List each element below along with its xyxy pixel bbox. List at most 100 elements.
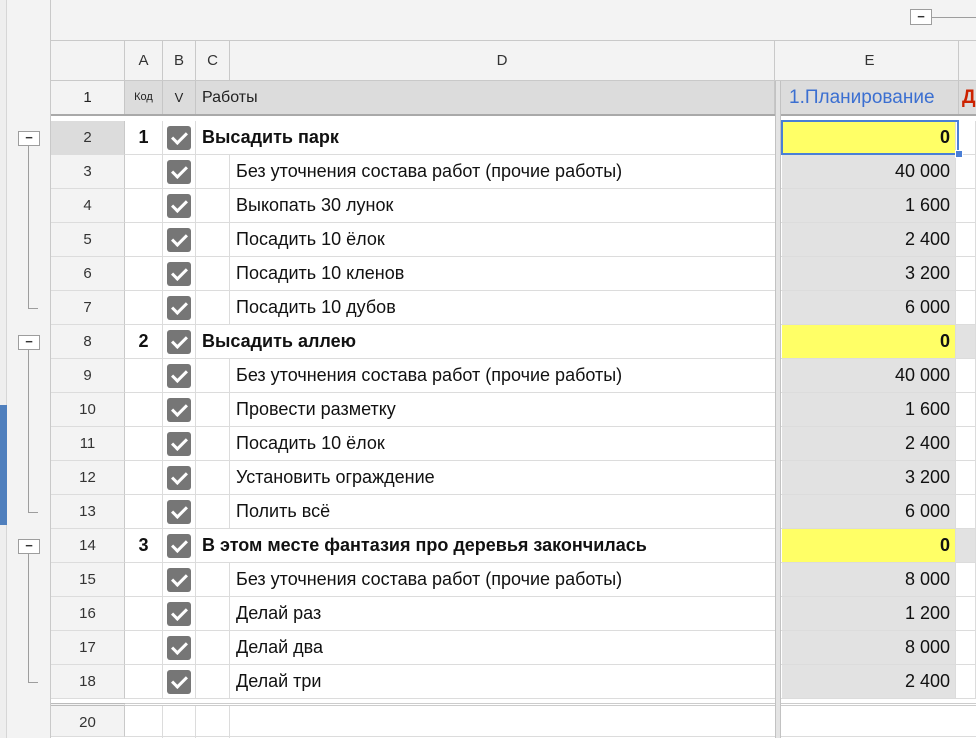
row-number[interactable]: 14 bbox=[51, 529, 125, 563]
cell-checkbox[interactable] bbox=[163, 597, 196, 630]
cell-checkbox[interactable] bbox=[163, 325, 196, 358]
cell-c[interactable] bbox=[196, 223, 230, 256]
cell-next[interactable] bbox=[956, 257, 976, 290]
cell-kod[interactable] bbox=[125, 189, 163, 222]
cell-kod[interactable] bbox=[125, 359, 163, 392]
cell-work-name[interactable]: Посадить 10 ёлок bbox=[230, 427, 778, 460]
corner-cell[interactable] bbox=[51, 41, 125, 81]
cell-planning-value[interactable]: 8 000 bbox=[782, 631, 956, 664]
cell-kod[interactable] bbox=[125, 665, 163, 698]
empty-cell[interactable] bbox=[196, 706, 230, 738]
row-group-collapse-button[interactable]: − bbox=[18, 335, 40, 350]
cell-kod[interactable]: 2 bbox=[125, 325, 163, 358]
cell-work-name[interactable]: В этом месте фантазия про деревья законч… bbox=[196, 529, 778, 562]
cell-work-name[interactable]: Полить всё bbox=[230, 495, 778, 528]
cell-planning-value[interactable]: 0 bbox=[782, 325, 956, 358]
checkmark-icon[interactable] bbox=[167, 296, 191, 320]
cell-planning-value[interactable]: 6 000 bbox=[782, 291, 956, 324]
cell-checkbox[interactable] bbox=[163, 427, 196, 460]
cell-checkbox[interactable] bbox=[163, 393, 196, 426]
cell-planning-value[interactable]: 3 200 bbox=[782, 257, 956, 290]
row-number[interactable]: 8 bbox=[51, 325, 125, 359]
cell-next[interactable] bbox=[956, 223, 976, 256]
cell-c[interactable] bbox=[196, 461, 230, 494]
cell-checkbox[interactable] bbox=[163, 223, 196, 256]
cell-c[interactable] bbox=[196, 631, 230, 664]
row-number[interactable]: 6 bbox=[51, 257, 125, 291]
checkmark-icon[interactable] bbox=[167, 126, 191, 150]
cell-kod[interactable] bbox=[125, 291, 163, 324]
cell-checkbox[interactable] bbox=[163, 665, 196, 698]
cell-kod[interactable]: 1 bbox=[125, 121, 163, 154]
cell-checkbox[interactable] bbox=[163, 121, 196, 154]
header-kod[interactable]: Код bbox=[125, 81, 163, 114]
cell-kod[interactable] bbox=[125, 563, 163, 596]
cell-checkbox[interactable] bbox=[163, 529, 196, 562]
cell-next[interactable] bbox=[956, 665, 976, 698]
cell-work-name[interactable]: Посадить 10 дубов bbox=[230, 291, 778, 324]
cell-c[interactable] bbox=[196, 495, 230, 528]
cell-kod[interactable] bbox=[125, 461, 163, 494]
cell-work-name[interactable]: Провести разметку bbox=[230, 393, 778, 426]
cell-c[interactable] bbox=[196, 393, 230, 426]
checkmark-icon[interactable] bbox=[167, 398, 191, 422]
column-header-d[interactable]: D bbox=[230, 41, 775, 81]
row-number[interactable]: 2 bbox=[51, 121, 125, 155]
column-header-b[interactable]: B bbox=[163, 41, 196, 81]
column-header-a[interactable]: A bbox=[125, 41, 163, 81]
row-group-collapse-button[interactable]: − bbox=[18, 539, 40, 554]
checkmark-icon[interactable] bbox=[167, 432, 191, 456]
cell-c[interactable] bbox=[196, 563, 230, 596]
checkmark-icon[interactable] bbox=[167, 670, 191, 694]
checkmark-icon[interactable] bbox=[167, 636, 191, 660]
row-number[interactable]: 13 bbox=[51, 495, 125, 529]
cell-checkbox[interactable] bbox=[163, 257, 196, 290]
row-group-collapse-button[interactable]: − bbox=[18, 131, 40, 146]
cell-c[interactable] bbox=[196, 189, 230, 222]
row-number[interactable]: 18 bbox=[51, 665, 125, 699]
checkmark-icon[interactable] bbox=[167, 534, 191, 558]
checkmark-icon[interactable] bbox=[167, 194, 191, 218]
cell-work-name[interactable]: Без уточнения состава работ (прочие рабо… bbox=[230, 155, 778, 188]
cell-checkbox[interactable] bbox=[163, 495, 196, 528]
cell-kod[interactable] bbox=[125, 257, 163, 290]
row-number[interactable]: 11 bbox=[51, 427, 125, 461]
row-number[interactable]: 3 bbox=[51, 155, 125, 189]
cell-planning-value[interactable]: 0 bbox=[782, 529, 956, 562]
cell-c[interactable] bbox=[196, 257, 230, 290]
cell-kod[interactable] bbox=[125, 223, 163, 256]
cell-c[interactable] bbox=[196, 597, 230, 630]
cell-planning-value[interactable]: 2 400 bbox=[782, 665, 956, 698]
frozen-column-divider[interactable] bbox=[775, 81, 781, 738]
checkmark-icon[interactable] bbox=[167, 602, 191, 626]
checkmark-icon[interactable] bbox=[167, 228, 191, 252]
cell-c[interactable] bbox=[196, 291, 230, 324]
cell-next[interactable] bbox=[956, 393, 976, 426]
cell-next[interactable] bbox=[956, 325, 976, 358]
header-v[interactable]: V bbox=[163, 81, 196, 114]
cell-kod[interactable] bbox=[125, 597, 163, 630]
cell-planning-value[interactable]: 6 000 bbox=[782, 495, 956, 528]
row-number[interactable]: 16 bbox=[51, 597, 125, 631]
cell-checkbox[interactable] bbox=[163, 461, 196, 494]
cell-work-name[interactable]: Без уточнения состава работ (прочие рабо… bbox=[230, 563, 778, 596]
cell-kod[interactable] bbox=[125, 155, 163, 188]
cell-work-name[interactable]: Высадить аллею bbox=[196, 325, 778, 358]
cell-checkbox[interactable] bbox=[163, 155, 196, 188]
empty-cell[interactable] bbox=[125, 706, 163, 738]
cell-planning-value[interactable]: 1 600 bbox=[782, 189, 956, 222]
header-next-partial[interactable]: Д bbox=[959, 81, 976, 114]
cell-kod[interactable] bbox=[125, 427, 163, 460]
header-planning[interactable]: 1.Планирование bbox=[781, 81, 959, 114]
cell-next[interactable] bbox=[956, 495, 976, 528]
cell-next[interactable] bbox=[956, 155, 976, 188]
cell-c[interactable] bbox=[196, 665, 230, 698]
row-number[interactable]: 12 bbox=[51, 461, 125, 495]
cell-kod[interactable] bbox=[125, 495, 163, 528]
row-number[interactable]: 5 bbox=[51, 223, 125, 257]
column-header-e[interactable]: E bbox=[781, 41, 959, 81]
cell-work-name[interactable]: Посадить 10 ёлок bbox=[230, 223, 778, 256]
row-number[interactable]: 17 bbox=[51, 631, 125, 665]
row-number[interactable]: 9 bbox=[51, 359, 125, 393]
cell-work-name[interactable]: Делай два bbox=[230, 631, 778, 664]
